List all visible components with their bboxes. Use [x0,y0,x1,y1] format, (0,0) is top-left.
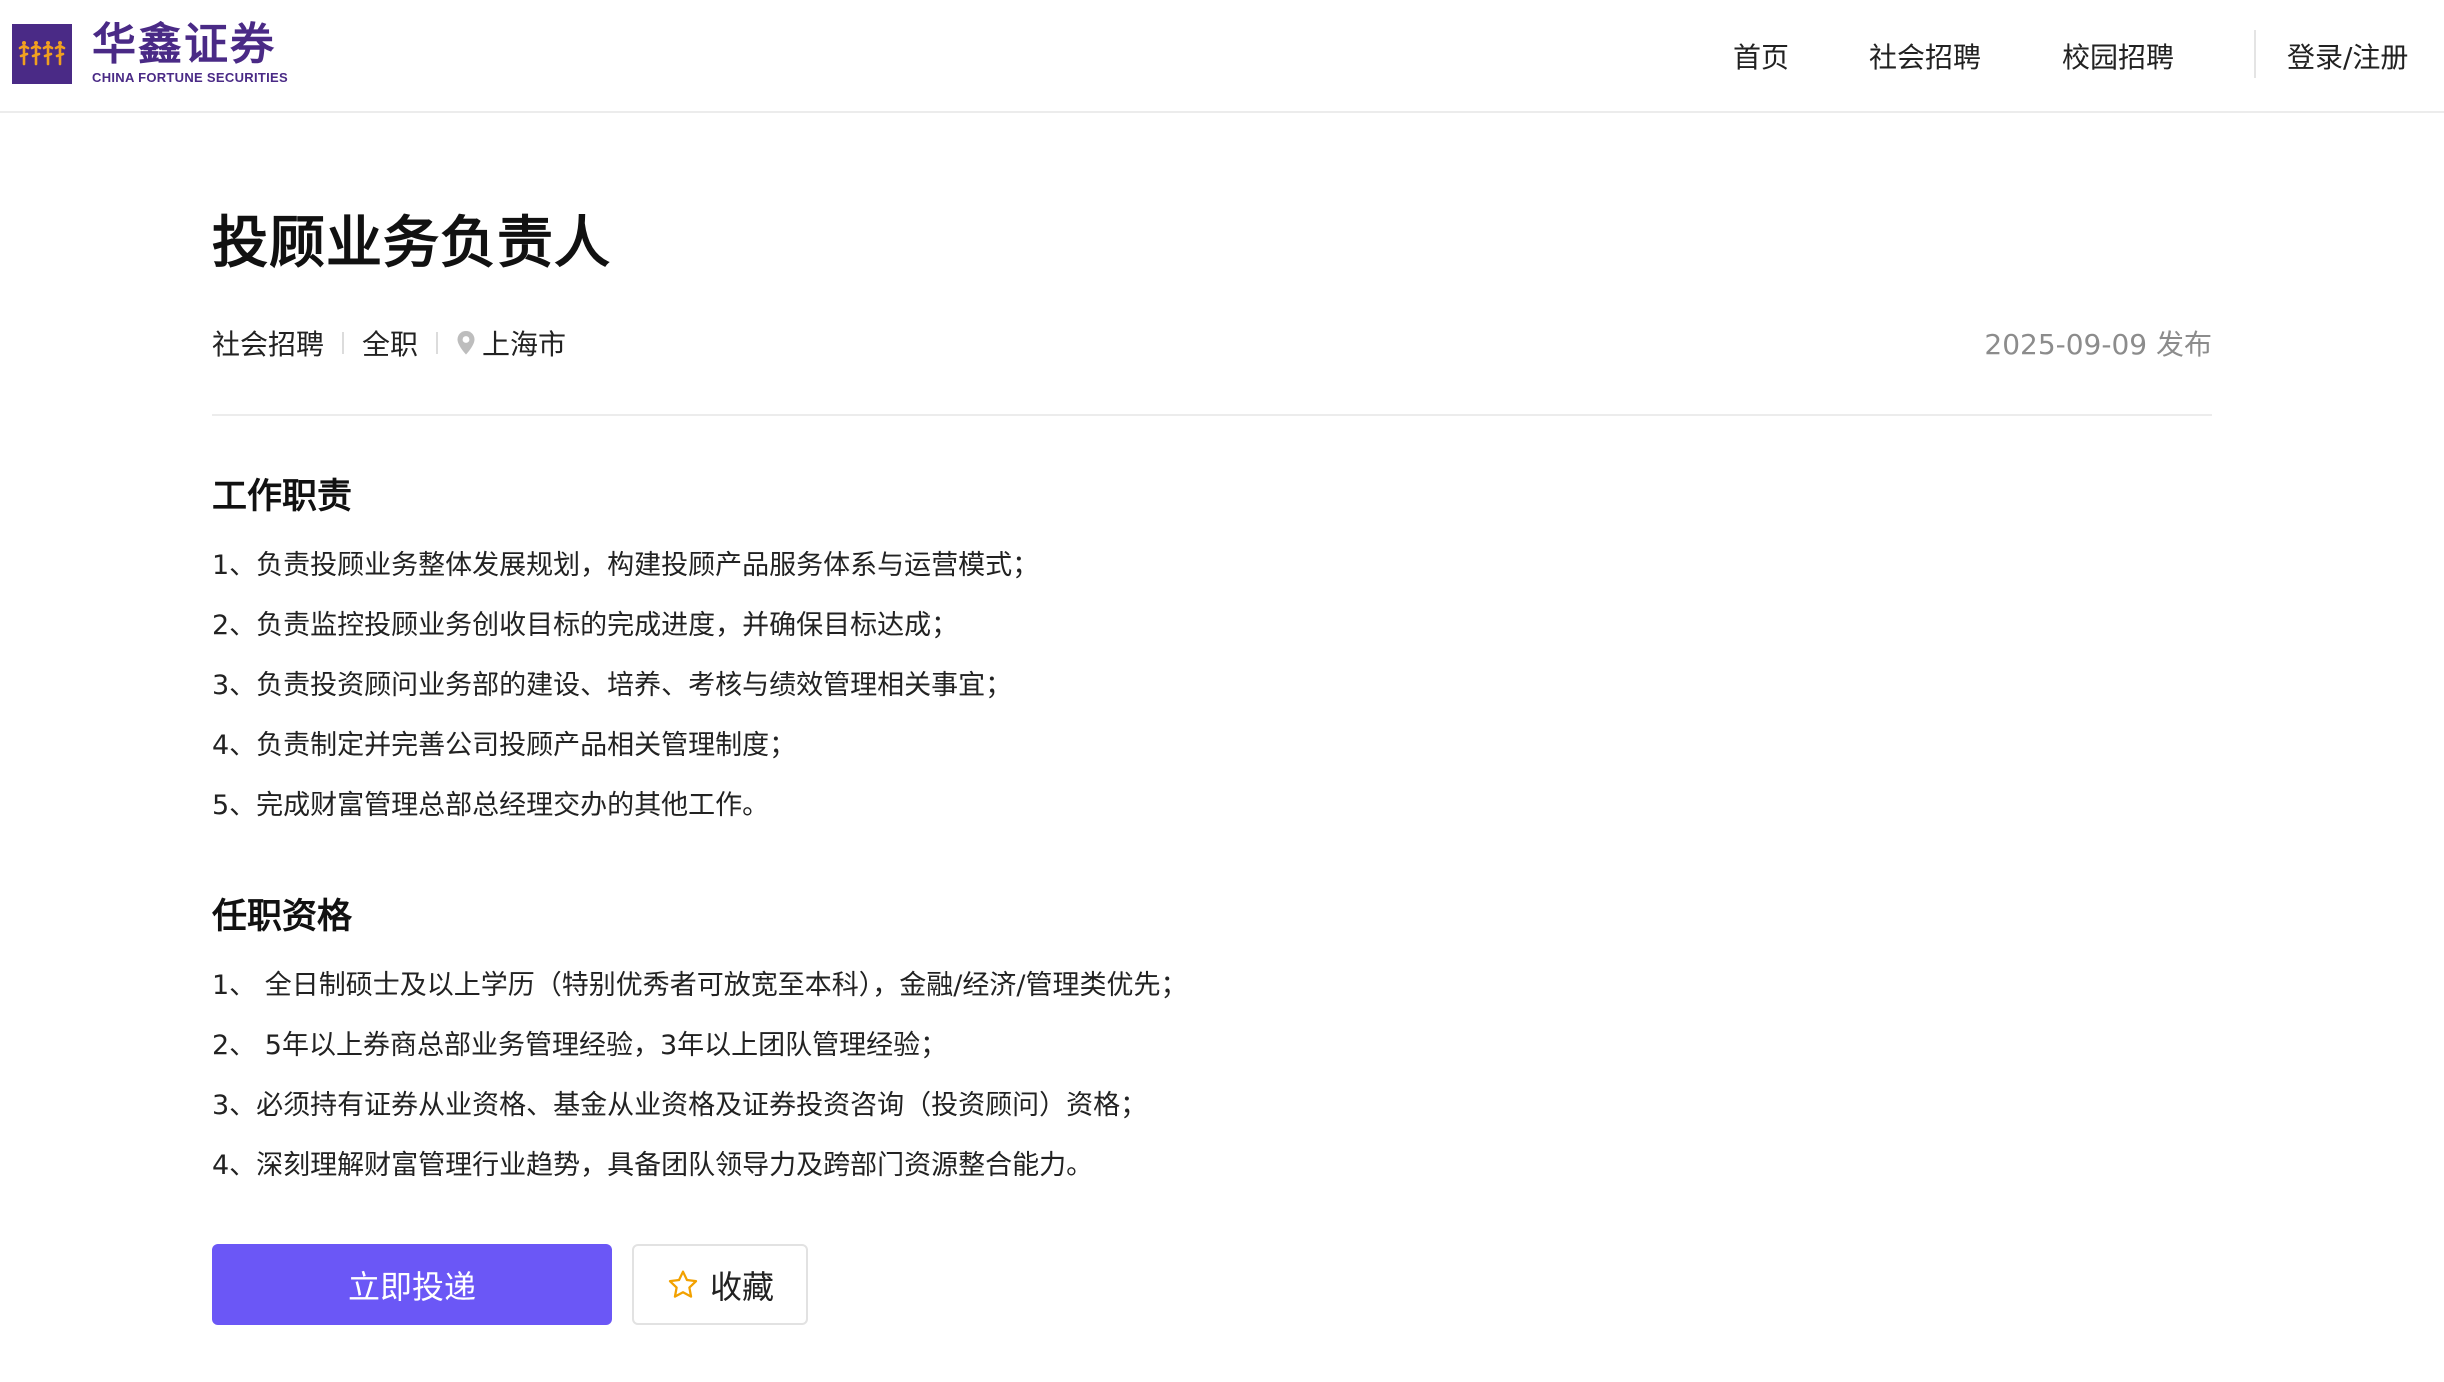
nav-social-recruitment[interactable]: 社会招聘 [1869,36,1981,76]
section-divider [212,414,2212,416]
requirements-title: 任职资格 [212,897,353,937]
favorite-label: 收藏 [709,1267,774,1306]
list-item: 3、负责投资顾问业务部的建设、培养、考核与绩效管理相关事宜； [212,670,1013,701]
list-item: 4、深刻理解财富管理行业趋势，具备团队领导力及跨部门资源整合能力。 [212,1150,1094,1181]
brand-name-cn: 华鑫证券 [92,19,276,70]
job-employment-type: 全职 [362,328,419,361]
site-header: 华鑫证券 CHINA FORTUNE SECURITIES 首页 社会招聘 校园… [0,0,2444,113]
nav-home[interactable]: 首页 [1733,36,1789,76]
apply-button[interactable]: 立即投递 [212,1244,612,1325]
nav-login-register[interactable]: 登录/注册 [2287,36,2408,76]
list-item: 4、负责制定并完善公司投顾产品相关管理制度； [212,730,797,761]
duties-list: 1、负责投顾业务整体发展规划，构建投顾产品服务体系与运营模式； 2、负责监控投顾… [212,536,1039,836]
list-item: 1、 全日制硕士及以上学历（特别优秀者可放宽至本科），金融/经济/管理类优先； [212,970,1188,1001]
requirements-list: 1、 全日制硕士及以上学历（特别优秀者可放宽至本科），金融/经济/管理类优先； … [212,956,1187,1196]
favorite-button[interactable]: 收藏 [632,1244,808,1325]
nav-campus-recruitment[interactable]: 校园招聘 [2062,36,2174,76]
job-location: 上海市 [482,328,567,361]
brand-logo[interactable]: 华鑫证券 CHINA FORTUNE SECURITIES [12,22,288,86]
duties-title: 工作职责 [212,477,353,517]
star-icon [666,1268,700,1302]
publish-date: 2025-09-09 发布 [1984,328,2212,361]
job-meta: 社会招聘 全职 上海市 [212,323,566,363]
job-category: 社会招聘 [212,328,325,361]
list-item: 2、 5年以上券商总部业务管理经验，3年以上团队管理经验； [212,1030,948,1061]
brand-name-en: CHINA FORTUNE SECURITIES [92,70,288,85]
meta-separator [342,332,345,354]
meta-separator [436,332,439,354]
list-item: 3、必须持有证券从业资格、基金从业资格及证券投资咨询（投资顾问）资格； [212,1090,1148,1121]
job-title: 投顾业务负责人 [212,211,611,276]
list-item: 2、负责监控投顾业务创收目标的完成进度，并确保目标达成； [212,610,959,641]
brand-logo-icon [12,24,72,84]
nav-divider [2254,30,2256,78]
location-pin-icon [456,330,476,356]
list-item: 1、负责投顾业务整体发展规划，构建投顾产品服务体系与运营模式； [212,550,1040,581]
list-item: 5、完成财富管理总部总经理交办的其他工作。 [212,790,770,821]
